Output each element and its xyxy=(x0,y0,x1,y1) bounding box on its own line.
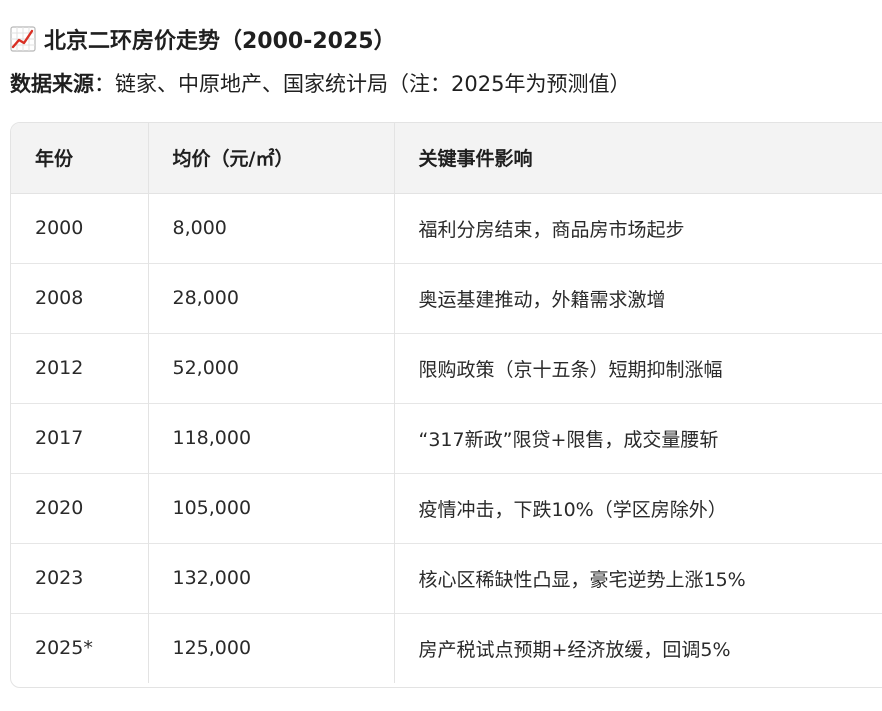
cell-price: 28,000 xyxy=(148,262,395,333)
page-title: 北京二环房价走势（2000-2025） xyxy=(44,29,396,54)
cell-event: 奥运基建推动，外籍需求激增 xyxy=(394,262,882,333)
cell-year: 2020 xyxy=(11,472,149,543)
table-row: 2020 105,000 疫情冲击，下跌10%（学区房除外） xyxy=(11,472,882,543)
price-table: 年份 均价（元/㎡） 关键事件影响 2000 8,000 福利分房结束，商品房市… xyxy=(11,123,882,683)
column-header-year: 年份 xyxy=(11,123,149,194)
column-header-event: 关键事件影响 xyxy=(394,123,882,194)
cell-year: 2023 xyxy=(11,542,149,613)
cell-year: 2012 xyxy=(11,332,149,403)
table-row: 2023 132,000 核心区稀缺性凸显，豪宅逆势上涨15% xyxy=(11,542,882,613)
table-row: 2000 8,000 福利分房结束，商品房市场起步 xyxy=(11,193,882,263)
cell-price: 118,000 xyxy=(148,402,395,473)
cell-price: 52,000 xyxy=(148,332,395,403)
cell-price: 125,000 xyxy=(148,612,395,683)
table-row: 2017 118,000 “317新政”限贷+限售，成交量腰斩 xyxy=(11,402,882,473)
cell-event: 房产税试点预期+经济放缓，回调5% xyxy=(394,612,882,683)
table-row: 2012 52,000 限购政策（京十五条）短期抑制涨幅 xyxy=(11,332,882,403)
data-source-separator: ： xyxy=(94,72,115,96)
data-source-label: 数据来源 xyxy=(10,72,94,96)
column-header-price: 均价（元/㎡） xyxy=(148,123,395,194)
cell-price: 8,000 xyxy=(148,193,395,263)
cell-year: 2008 xyxy=(11,262,149,333)
cell-event: 福利分房结束，商品房市场起步 xyxy=(418,218,685,241)
cell-event: 核心区稀缺性凸显，豪宅逆势上涨15% xyxy=(394,542,882,613)
cell-event: “317新政”限贷+限售，成交量腰斩 xyxy=(394,402,882,473)
cell-year: 2017 xyxy=(11,402,149,473)
price-table-container: 年份 均价（元/㎡） 关键事件影响 2000 8,000 福利分房结束，商品房市… xyxy=(10,122,882,688)
cell-price: 132,000 xyxy=(148,542,395,613)
data-source-line: 数据来源：链家、中原地产、国家统计局（注：2025年为预测值） xyxy=(10,66,630,100)
cell-price: 105,000 xyxy=(148,472,395,543)
cell-year: 2025* xyxy=(11,612,149,683)
cell-event: 限购政策（京十五条）短期抑制涨幅 xyxy=(394,332,882,403)
cell-event: 疫情冲击，下跌10%（学区房除外） xyxy=(394,472,882,543)
table-row: 2025* 125,000 房产税试点预期+经济放缓，回调5% xyxy=(11,612,882,683)
data-source-text: 链家、中原地产、国家统计局（注：2025年为预测值） xyxy=(115,72,631,96)
page-title-row: 北京二环房价走势（2000-2025） xyxy=(10,22,396,56)
chart-increasing-icon xyxy=(10,26,36,52)
table-row: 2008 28,000 奥运基建推动，外籍需求激增 xyxy=(11,262,882,333)
table-header-row: 年份 均价（元/㎡） 关键事件影响 xyxy=(11,123,882,194)
cell-year: 2000 xyxy=(11,193,149,263)
